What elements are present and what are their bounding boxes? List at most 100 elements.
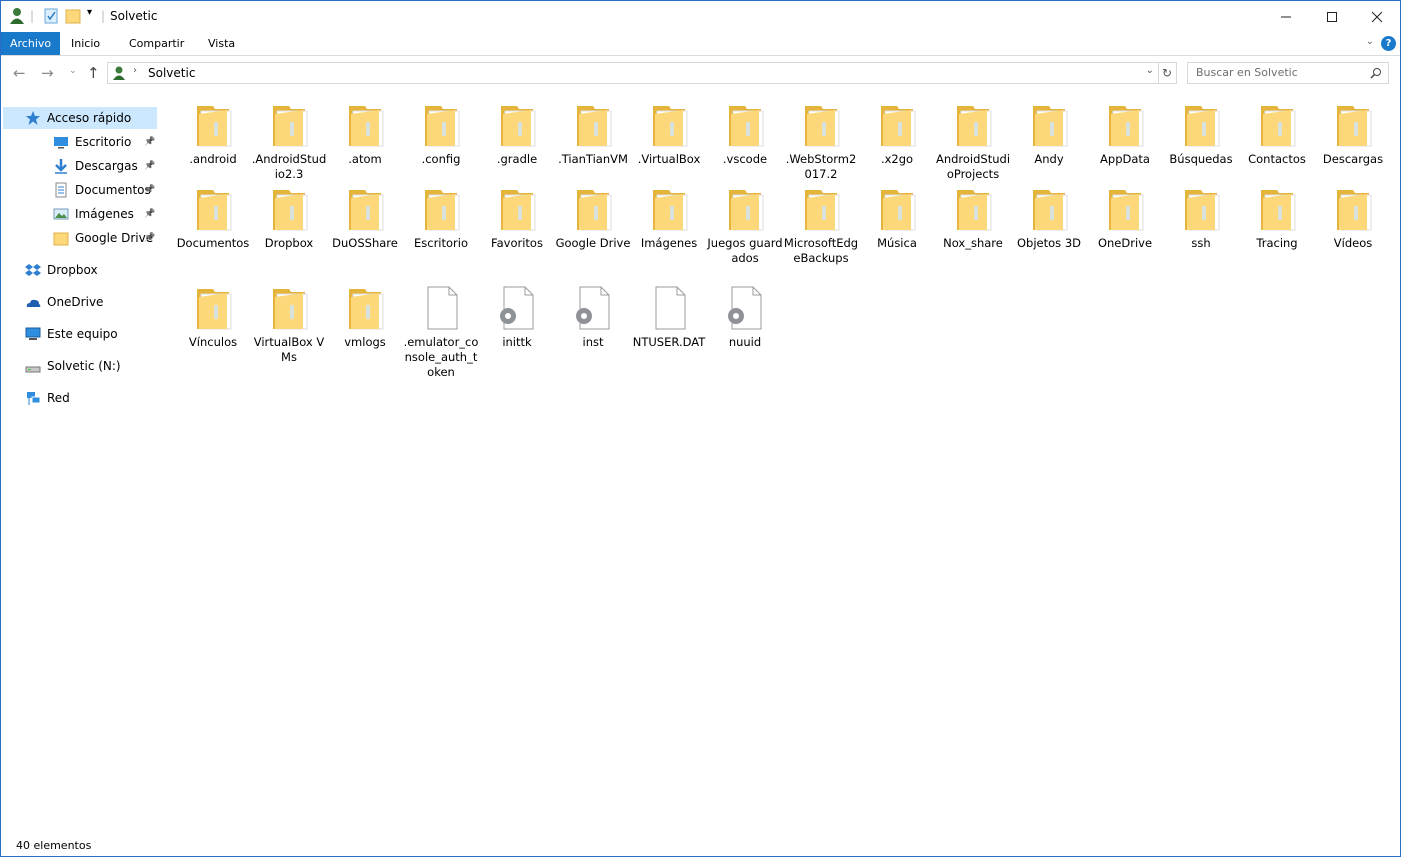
sidebar-item-label: Imágenes: [75, 207, 134, 221]
properties-icon[interactable]: [43, 7, 59, 25]
maximize-button[interactable]: [1309, 1, 1355, 32]
search-input[interactable]: Buscar en Solvetic: [1187, 62, 1389, 84]
folder-item[interactable]: DuOSShare: [327, 186, 403, 251]
file-name-label: Favoritos: [491, 236, 543, 250]
folder-item[interactable]: Contactos: [1239, 102, 1315, 167]
close-button[interactable]: [1354, 1, 1400, 32]
breadcrumb-solvetic[interactable]: Solvetic: [148, 66, 195, 80]
folder-icon: [1027, 102, 1071, 150]
folder-icon: [343, 285, 387, 333]
breadcrumb-separator-icon[interactable]: ›: [133, 65, 137, 76]
file-name-label: Nox_share: [943, 236, 1003, 250]
up-arrow-icon[interactable]: ↑: [87, 64, 100, 82]
folder-item[interactable]: Búsquedas: [1163, 102, 1239, 167]
customize-toolbar-icon[interactable]: ▾: [87, 7, 92, 25]
file-name-label: .x2go: [880, 152, 914, 166]
folder-item[interactable]: .config: [403, 102, 479, 167]
recent-locations-icon[interactable]: ⌄: [69, 66, 77, 76]
sidebar-item-imágenes[interactable]: Imágenes 📌: [1, 203, 161, 225]
file-name-label: Dropbox: [264, 236, 314, 250]
new-folder-icon[interactable]: [65, 7, 81, 25]
file-item[interactable]: .emulator_console_auth_token: [403, 285, 479, 380]
sidebar-item-label: Este equipo: [47, 327, 118, 341]
file-name-label: Tracing: [1256, 236, 1298, 250]
file-name-label: DuOSShare: [332, 236, 398, 250]
close-icon: [1371, 11, 1383, 22]
folder-item[interactable]: Vídeos: [1315, 186, 1391, 251]
user-folder-icon[interactable]: [9, 7, 25, 25]
expand-ribbon-icon[interactable]: ⌄: [1366, 36, 1374, 47]
minimize-button[interactable]: [1263, 1, 1309, 32]
sidebar-item-este-equipo[interactable]: Este equipo: [1, 323, 161, 345]
folder-item[interactable]: Favoritos: [479, 186, 555, 251]
sidebar-item-solvetic-n[interactable]: Solvetic (N:): [1, 355, 161, 377]
folder-item[interactable]: Escritorio: [403, 186, 479, 251]
folder-item[interactable]: Tracing: [1239, 186, 1315, 251]
folder-item[interactable]: Imágenes: [631, 186, 707, 251]
folder-item[interactable]: OneDrive: [1087, 186, 1163, 251]
folder-item[interactable]: .atom: [327, 102, 403, 167]
folder-item[interactable]: .VirtualBox: [631, 102, 707, 167]
address-dropdown-icon[interactable]: ⌄: [1146, 65, 1154, 76]
folder-item[interactable]: AppData: [1087, 102, 1163, 167]
folder-item[interactable]: Documentos: [175, 186, 251, 251]
sidebar-item-onedrive[interactable]: OneDrive: [1, 291, 161, 313]
folder-item[interactable]: Dropbox: [251, 186, 327, 251]
back-arrow-icon[interactable]: ←: [13, 64, 26, 82]
folder-item[interactable]: Google Drive: [555, 186, 631, 251]
sidebar-item-google-drive[interactable]: Google Drive 📌: [1, 227, 161, 249]
tab-vista[interactable]: Vista: [199, 32, 244, 55]
sidebar-item-documentos[interactable]: Documentos 📌: [1, 179, 161, 201]
folder-icon: [799, 186, 843, 234]
folder-item[interactable]: .vscode: [707, 102, 783, 167]
file-item[interactable]: nuuid: [707, 285, 783, 350]
tab-compartir[interactable]: Compartir: [120, 32, 193, 55]
file-item[interactable]: inittk: [479, 285, 555, 350]
folder-item[interactable]: .AndroidStudio2.3: [251, 102, 327, 182]
sidebar-item-descargas[interactable]: Descargas 📌: [1, 155, 161, 177]
folder-item[interactable]: .gradle: [479, 102, 555, 167]
file-name-label: Google Drive: [555, 236, 631, 250]
folder-item[interactable]: AndroidStudioProjects: [935, 102, 1011, 182]
sidebar-item-acceso-rápido[interactable]: Acceso rápido: [3, 107, 157, 129]
sidebar-item-red[interactable]: Red: [1, 387, 161, 409]
folder-item[interactable]: .android: [175, 102, 251, 167]
folder-icon: [647, 186, 691, 234]
sidebar-item-escritorio[interactable]: Escritorio 📌: [1, 131, 161, 153]
refresh-button[interactable]: ↻: [1158, 62, 1177, 84]
folder-icon: [951, 102, 995, 150]
folder-item[interactable]: Descargas: [1315, 102, 1391, 167]
folder-item[interactable]: Música: [859, 186, 935, 251]
address-bar[interactable]: › Solvetic ⌄: [107, 62, 1159, 84]
folder-icon: [1331, 186, 1375, 234]
file-item[interactable]: inst: [555, 285, 631, 350]
folder-item[interactable]: .TianTianVM: [555, 102, 631, 167]
tab-inicio[interactable]: Inicio: [62, 32, 109, 55]
file-name-label: Andy: [1034, 152, 1064, 166]
desktop-icon: [53, 134, 69, 157]
help-button[interactable]: ?: [1381, 36, 1396, 51]
folder-item[interactable]: vmlogs: [327, 285, 403, 350]
forward-arrow-icon[interactable]: →: [41, 64, 54, 82]
folder-item[interactable]: Andy: [1011, 102, 1087, 167]
folder-item[interactable]: Nox_share: [935, 186, 1011, 251]
file-name-label: Vídeos: [1333, 236, 1373, 250]
folder-icon: [495, 102, 539, 150]
sidebar-item-dropbox[interactable]: Dropbox: [1, 259, 161, 281]
file-name-label: Imágenes: [640, 236, 698, 250]
folder-item[interactable]: .WebStorm2017.2: [783, 102, 859, 182]
folder-item[interactable]: .x2go: [859, 102, 935, 167]
folder-item[interactable]: Objetos 3D: [1011, 186, 1087, 251]
folder-item[interactable]: Vínculos: [175, 285, 251, 350]
tab-archivo[interactable]: Archivo: [1, 32, 61, 55]
folder-item[interactable]: MicrosoftEdgeBackups: [783, 186, 859, 266]
folder-item[interactable]: ssh: [1163, 186, 1239, 251]
folder-item[interactable]: VirtualBox VMs: [251, 285, 327, 365]
sidebar-item-label: Dropbox: [47, 263, 98, 277]
folder-item[interactable]: Juegos guardados: [707, 186, 783, 266]
document-icon: [53, 182, 69, 205]
file-name-label: Descargas: [1322, 152, 1384, 166]
file-name-label: .config: [421, 152, 461, 166]
file-item[interactable]: NTUSER.DAT: [631, 285, 707, 350]
file-name-label: Contactos: [1248, 152, 1306, 166]
